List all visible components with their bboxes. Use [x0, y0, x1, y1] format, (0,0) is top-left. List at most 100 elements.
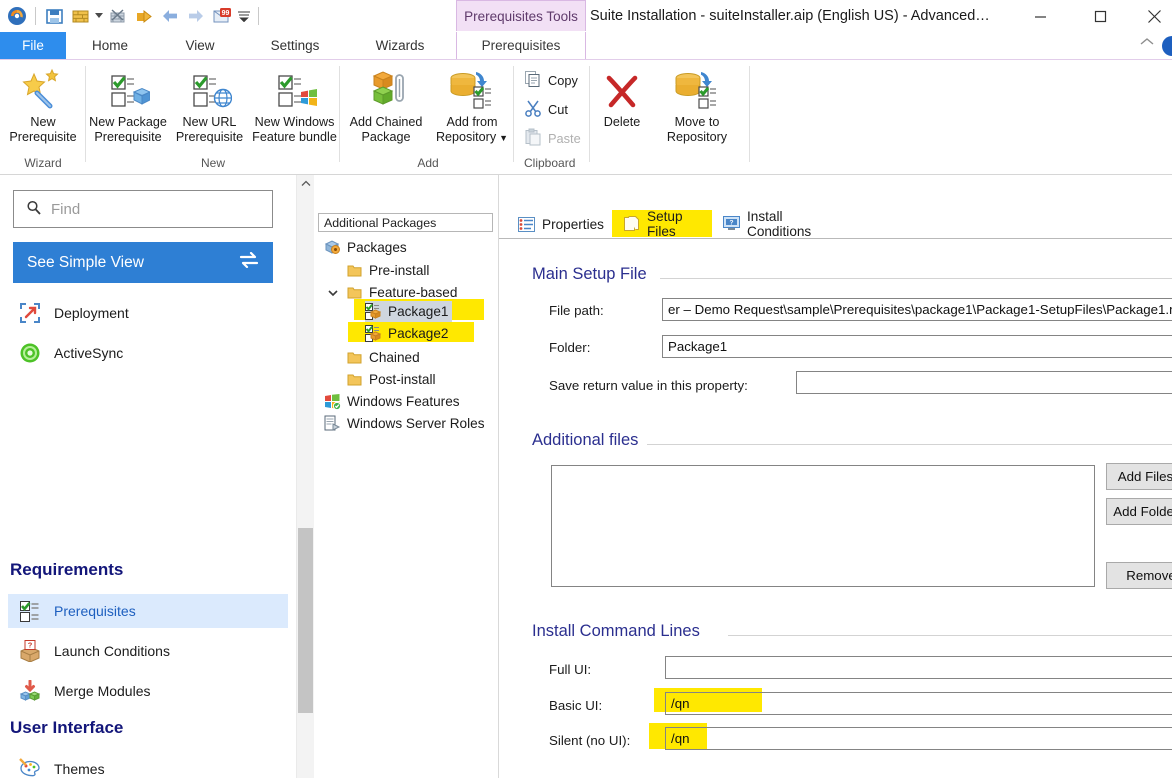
- app-menu-icon[interactable]: [4, 3, 30, 29]
- basic-ui-input[interactable]: /qn: [665, 692, 1172, 715]
- tab-home[interactable]: Home: [66, 32, 154, 60]
- tab-view[interactable]: View: [156, 32, 244, 60]
- new-package-prerequisite-button[interactable]: New Package Prerequisite: [86, 64, 170, 145]
- folder-icon: [346, 371, 363, 388]
- prerequisites-tree-panel: Additional Packages Packages Pre-install…: [318, 175, 498, 778]
- tree-header-additional-packages[interactable]: Additional Packages: [318, 213, 493, 232]
- ribbon-group-add-label: Add: [417, 156, 439, 170]
- sidebar-item-prerequisites-label: Prerequisites: [54, 603, 136, 619]
- silent-ui-input[interactable]: /qn: [665, 727, 1172, 750]
- ribbon-group-clipboard: Copy Cut Paste Clipboard: [514, 60, 590, 173]
- notifications-icon[interactable]: 99: [209, 3, 235, 29]
- delete-label: Delete: [603, 115, 641, 129]
- tab-settings[interactable]: Settings: [250, 32, 340, 60]
- tree-node-chained[interactable]: Chained: [346, 347, 420, 368]
- sidebar-item-themes[interactable]: Themes: [8, 752, 288, 778]
- new-url-prerequisite-button[interactable]: New URL Prerequisite: [170, 64, 249, 145]
- tab-wizards[interactable]: Wizards: [352, 32, 448, 60]
- sidebar-scrollbar[interactable]: [296, 175, 314, 778]
- add-from-repository-button[interactable]: Add from Repository ▼: [430, 64, 514, 146]
- sidebar-scrollbar-thumb[interactable]: [298, 528, 313, 713]
- forward-icon[interactable]: [183, 3, 209, 29]
- close-button[interactable]: [1136, 0, 1172, 32]
- content-tab-strip: Properties Setup Files ? Install Conditi…: [499, 208, 1172, 239]
- tree-node-pre-install[interactable]: Pre-install: [346, 260, 429, 281]
- tree-node-windows-server-roles[interactable]: Windows Server Roles: [324, 413, 485, 434]
- section-main-setup-file-title: Main Setup File: [532, 265, 647, 283]
- sidebar-item-prerequisites[interactable]: Prerequisites: [8, 594, 288, 628]
- chevron-down-icon[interactable]: ▼: [499, 133, 508, 143]
- new-package-prerequisite-label-1: New Package: [89, 115, 167, 129]
- paste-button[interactable]: Paste: [524, 128, 581, 149]
- package-item-icon: [365, 325, 382, 342]
- add-from-repository-label-1: Add from: [446, 115, 498, 129]
- tab-setup-files-label: Setup Files: [647, 208, 683, 239]
- main-content-pane: Properties Setup Files ? Install Conditi…: [498, 175, 1172, 778]
- file-path-input[interactable]: er – Demo Request\sample\Prerequisites\p…: [662, 298, 1172, 321]
- sidebar-item-deployment[interactable]: Deployment: [8, 296, 288, 330]
- tab-setup-files[interactable]: Setup Files: [612, 208, 712, 239]
- window-title: Suite Installation - suiteInstaller.aip …: [590, 8, 990, 24]
- tree-node-package1[interactable]: Package1: [365, 301, 453, 322]
- launch-conditions-icon: ?: [18, 639, 42, 663]
- tab-file[interactable]: File: [0, 32, 66, 60]
- minimize-button[interactable]: [1018, 0, 1062, 32]
- add-chained-package-button[interactable]: Add Chained Package: [342, 64, 430, 145]
- ribbon-group-wizard: New Prerequisite Wizard: [0, 60, 86, 173]
- tree-node-post-install[interactable]: Post-install: [346, 369, 435, 390]
- sidebar-item-merge-modules[interactable]: Merge Modules: [8, 674, 288, 708]
- sidebar-item-launch-conditions-label: Launch Conditions: [54, 643, 170, 659]
- rebuild-icon[interactable]: [105, 3, 131, 29]
- tab-prerequisites[interactable]: Prerequisites: [456, 32, 586, 60]
- additional-files-list[interactable]: [551, 465, 1095, 587]
- folder-icon: [346, 262, 363, 279]
- tree-node-package1-label: Package1: [388, 304, 449, 319]
- move-to-repository-label-1: Move to: [674, 115, 720, 129]
- add-files-button[interactable]: Add Files...: [1106, 463, 1172, 490]
- move-to-repository-label-2: Repository: [666, 130, 728, 144]
- tab-install-conditions[interactable]: ? Install Conditions: [712, 209, 852, 239]
- remove-button[interactable]: Remove: [1106, 562, 1172, 589]
- themes-icon: [18, 757, 42, 778]
- new-windows-feature-bundle-button[interactable]: New Windows Feature bundle: [249, 64, 340, 145]
- run-icon[interactable]: [131, 3, 157, 29]
- new-prerequisite-button[interactable]: New Prerequisite: [0, 64, 86, 145]
- new-prerequisite-label-2: Prerequisite: [9, 130, 77, 144]
- maximize-button[interactable]: [1078, 0, 1122, 32]
- move-to-repository-button[interactable]: Move to Repository: [654, 64, 740, 145]
- sidebar-item-activesync[interactable]: ActiveSync: [8, 336, 288, 370]
- search-input[interactable]: Find: [13, 190, 273, 228]
- tree-node-post-install-label: Post-install: [369, 372, 436, 387]
- build-dropdown-icon[interactable]: [93, 3, 105, 29]
- tree-node-windows-features[interactable]: Windows Features: [324, 391, 460, 412]
- back-icon[interactable]: [157, 3, 183, 29]
- ribbon-group-delete: Delete Move to Repository: [590, 60, 750, 173]
- copy-button[interactable]: Copy: [524, 70, 578, 91]
- see-simple-view-button[interactable]: See Simple View: [13, 242, 273, 283]
- svg-text:?: ?: [28, 641, 33, 650]
- cut-icon: [524, 99, 542, 120]
- cut-button[interactable]: Cut: [524, 99, 568, 120]
- folder-input[interactable]: Package1: [662, 335, 1172, 358]
- tree-node-packages[interactable]: Packages: [324, 237, 407, 258]
- scroll-up-icon[interactable]: [297, 175, 314, 192]
- save-icon[interactable]: [41, 3, 67, 29]
- build-icon[interactable]: [67, 3, 93, 29]
- add-folder-button[interactable]: Add Folder...: [1106, 498, 1172, 525]
- folder-label: Folder:: [549, 340, 591, 355]
- delete-button[interactable]: Delete: [590, 64, 654, 130]
- chevron-up-icon[interactable]: [1138, 36, 1156, 54]
- section-main-setup-file: Main Setup File: [532, 265, 1172, 284]
- tree-node-package2[interactable]: Package2: [365, 323, 448, 344]
- file-path-label: File path:: [549, 303, 604, 318]
- new-windows-feature-bundle-label-1: New Windows: [254, 115, 335, 129]
- return-value-input[interactable]: [796, 371, 1172, 394]
- tab-properties[interactable]: Properties: [507, 210, 612, 238]
- customize-qat-icon[interactable]: [235, 3, 253, 29]
- ribbon-tab-strip: File Home View Settings Wizards Prerequi…: [0, 32, 1172, 60]
- cut-label: Cut: [548, 102, 568, 117]
- group-divider: [339, 66, 340, 162]
- full-ui-input[interactable]: [665, 656, 1172, 679]
- sidebar-item-launch-conditions[interactable]: ? Launch Conditions: [8, 634, 288, 668]
- chevron-down-icon[interactable]: [326, 286, 340, 300]
